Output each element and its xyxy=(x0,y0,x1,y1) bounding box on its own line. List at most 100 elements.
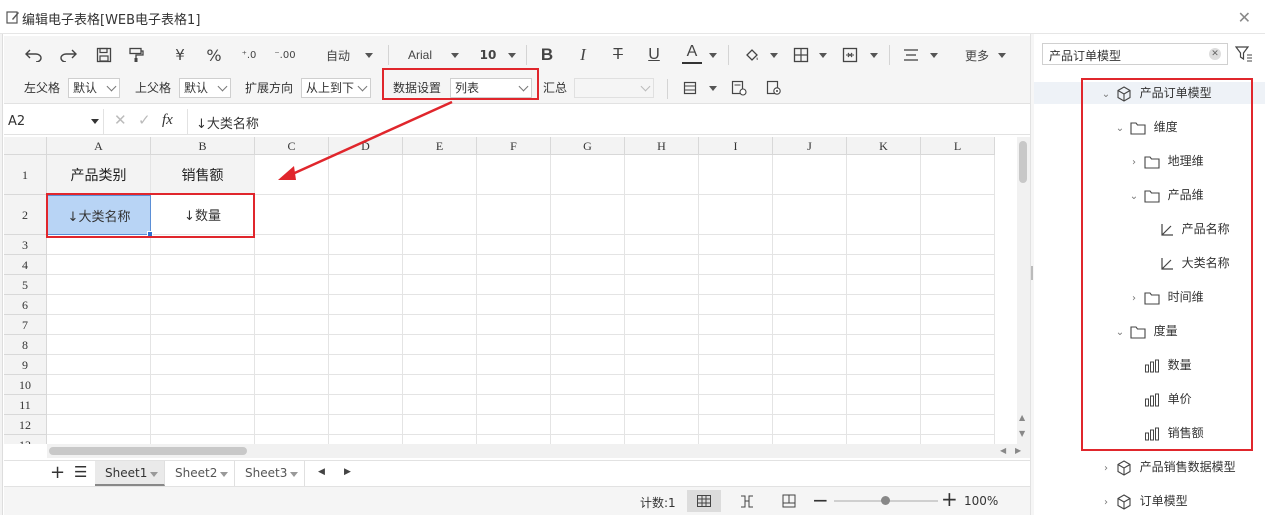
cell-d5[interactable] xyxy=(329,275,403,295)
cell-e6[interactable] xyxy=(403,295,477,315)
tree-item-model[interactable]: ⌄ 产品订单模型 xyxy=(1100,82,1212,104)
cell-g10[interactable] xyxy=(551,375,625,395)
cell-c5[interactable] xyxy=(255,275,329,295)
cell-b9[interactable] xyxy=(151,355,255,375)
cell-l10[interactable] xyxy=(921,375,995,395)
cell-d9[interactable] xyxy=(329,355,403,375)
data-settings-icon[interactable] xyxy=(765,79,783,97)
cell-e11[interactable] xyxy=(403,395,477,415)
page-layout-view-icon[interactable] xyxy=(782,494,796,508)
chevron-down-icon[interactable] xyxy=(998,53,1006,58)
chevron-down-icon[interactable] xyxy=(508,53,516,58)
cell-a5[interactable] xyxy=(47,275,151,295)
row-header[interactable]: 10 xyxy=(4,375,47,395)
select-all-corner[interactable] xyxy=(4,137,47,155)
horizontal-scrollbar[interactable]: ◀ ▶ xyxy=(47,444,1030,458)
row-header[interactable]: 3 xyxy=(4,235,47,255)
cell-e1[interactable] xyxy=(403,155,477,195)
row-header[interactable]: 6 xyxy=(4,295,47,315)
cell-d1[interactable] xyxy=(329,155,403,195)
tree-item-measure[interactable]: 销售额 xyxy=(1128,422,1204,444)
chevron-down-icon[interactable]: ⌄ xyxy=(1100,84,1112,106)
clear-icon[interactable]: ✕ xyxy=(1209,48,1221,60)
cell-d11[interactable] xyxy=(329,395,403,415)
column-header[interactable]: A xyxy=(47,137,151,155)
column-header[interactable]: J xyxy=(773,137,847,155)
cell-h6[interactable] xyxy=(625,295,699,315)
cell-f4[interactable] xyxy=(477,255,551,275)
increase-decimal-icon[interactable]: ⁺.0 xyxy=(238,45,260,65)
table-settings-icon[interactable] xyxy=(730,79,748,97)
cell-k11[interactable] xyxy=(847,395,921,415)
cell-c11[interactable] xyxy=(255,395,329,415)
cell-e4[interactable] xyxy=(403,255,477,275)
redo-icon[interactable] xyxy=(58,46,78,64)
cell-e8[interactable] xyxy=(403,335,477,355)
cell-g6[interactable] xyxy=(551,295,625,315)
cell-d10[interactable] xyxy=(329,375,403,395)
chevron-down-icon[interactable] xyxy=(451,53,459,58)
cell-i8[interactable] xyxy=(699,335,773,355)
cell-c4[interactable] xyxy=(255,255,329,275)
cell-h3[interactable] xyxy=(625,235,699,255)
cell-c7[interactable] xyxy=(255,315,329,335)
cell-j8[interactable] xyxy=(773,335,847,355)
font-size-dropdown[interactable]: 10 xyxy=(478,45,498,65)
cell-i12[interactable] xyxy=(699,415,773,435)
left-parent-select[interactable]: 默认 xyxy=(68,78,120,98)
cell-h13[interactable] xyxy=(625,435,699,444)
scroll-left-icon[interactable]: ◀ xyxy=(1000,446,1006,455)
decrease-decimal-icon[interactable]: ⁻.00 xyxy=(272,45,298,65)
italic-button[interactable]: I xyxy=(573,44,593,66)
cell-e7[interactable] xyxy=(403,315,477,335)
cell-i10[interactable] xyxy=(699,375,773,395)
cell-g3[interactable] xyxy=(551,235,625,255)
cell-h12[interactable] xyxy=(625,415,699,435)
cell-c1[interactable] xyxy=(255,155,329,195)
cell-b8[interactable] xyxy=(151,335,255,355)
cell-f9[interactable] xyxy=(477,355,551,375)
cell-c12[interactable] xyxy=(255,415,329,435)
scroll-down-icon[interactable]: ▼ xyxy=(1019,429,1025,438)
cell-k10[interactable] xyxy=(847,375,921,395)
bold-button[interactable]: B xyxy=(537,44,557,66)
cell-k2[interactable] xyxy=(847,195,921,235)
cell-i1[interactable] xyxy=(699,155,773,195)
cell-l8[interactable] xyxy=(921,335,995,355)
cell-g12[interactable] xyxy=(551,415,625,435)
cell-f10[interactable] xyxy=(477,375,551,395)
cell-l2[interactable] xyxy=(921,195,995,235)
cell-k9[interactable] xyxy=(847,355,921,375)
cell-j11[interactable] xyxy=(773,395,847,415)
cell-f13[interactable] xyxy=(477,435,551,444)
cell-d8[interactable] xyxy=(329,335,403,355)
chevron-down-icon[interactable]: ⌄ xyxy=(1114,322,1126,344)
chevron-down-icon[interactable]: ⌄ xyxy=(1128,186,1140,208)
cell-j2[interactable] xyxy=(773,195,847,235)
strikethrough-button[interactable]: T xyxy=(608,44,628,66)
cell-a9[interactable] xyxy=(47,355,151,375)
cell-i5[interactable] xyxy=(699,275,773,295)
cell-b7[interactable] xyxy=(151,315,255,335)
cell-k12[interactable] xyxy=(847,415,921,435)
row-header[interactable]: 4 xyxy=(4,255,47,275)
cell-a7[interactable] xyxy=(47,315,151,335)
cell-h4[interactable] xyxy=(625,255,699,275)
cell-c3[interactable] xyxy=(255,235,329,255)
row-header[interactable]: 11 xyxy=(4,395,47,415)
cell-j4[interactable] xyxy=(773,255,847,275)
row-header[interactable]: 9 xyxy=(4,355,47,375)
chevron-down-icon[interactable] xyxy=(709,86,717,91)
cell-b12[interactable] xyxy=(151,415,255,435)
cell-d6[interactable] xyxy=(329,295,403,315)
cell-f8[interactable] xyxy=(477,335,551,355)
column-header[interactable]: G xyxy=(551,137,625,155)
cell-k4[interactable] xyxy=(847,255,921,275)
cell-b13[interactable] xyxy=(151,435,255,444)
column-header[interactable]: B xyxy=(151,137,255,155)
cell-h8[interactable] xyxy=(625,335,699,355)
cell-i2[interactable] xyxy=(699,195,773,235)
cell-i3[interactable] xyxy=(699,235,773,255)
cell-h1[interactable] xyxy=(625,155,699,195)
cell-b4[interactable] xyxy=(151,255,255,275)
